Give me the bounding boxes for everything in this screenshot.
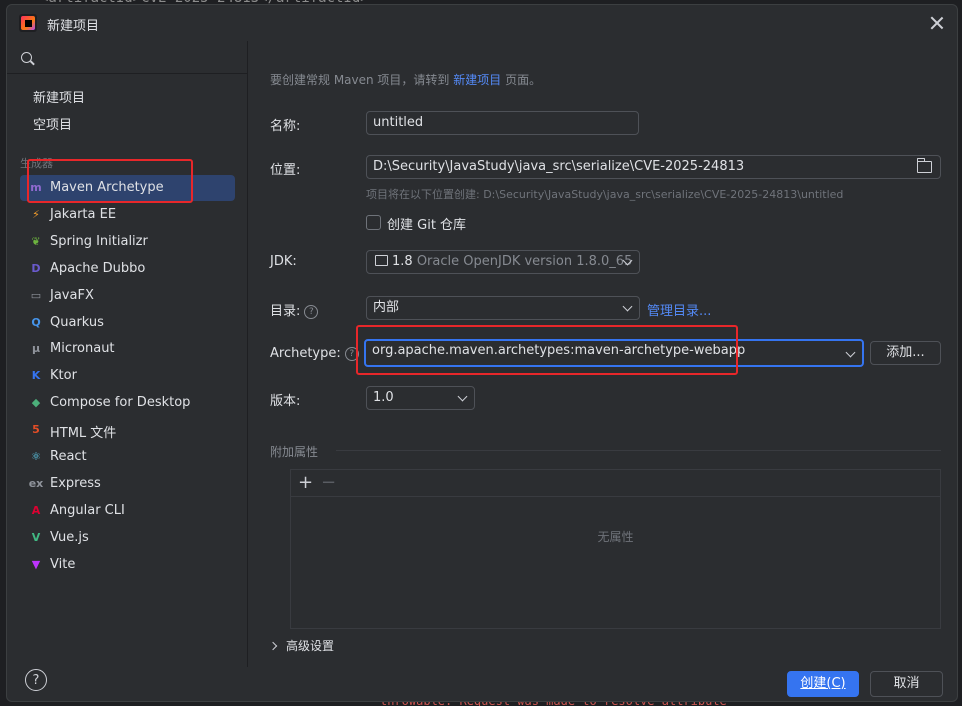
generator-label: Vite (50, 557, 76, 572)
jdk-label: JDK: (270, 254, 297, 269)
quarkus-icon: Q (31, 316, 41, 329)
sidebar-item-vite[interactable]: ▼ Vite (20, 552, 235, 578)
react-icon: ⚛ (31, 450, 41, 463)
help-icon[interactable]: ? (25, 669, 47, 691)
search-icon[interactable] (21, 52, 32, 63)
angular-icon: A (31, 504, 41, 517)
location-field[interactable]: D:\Security\JavaStudy\java_src\serialize… (366, 155, 941, 179)
create-button[interactable]: 创建(C) (787, 671, 859, 697)
sidebar-item-react[interactable]: ⚛ React (20, 444, 235, 470)
close-icon[interactable] (927, 13, 947, 33)
generators-section-label: 生成器 (20, 157, 53, 170)
dialog-titlebar: 新建项目 (7, 5, 957, 41)
sidebar-item-vue[interactable]: V Vue.js (20, 525, 235, 551)
sidebar-item-express[interactable]: ex Express (20, 471, 235, 497)
archetype-select[interactable]: org.apache.maven.archetypes:maven-archet… (364, 339, 864, 367)
location-hint: 项目将在以下位置创建: D:\Security\JavaStudy\java_s… (366, 188, 844, 201)
express-icon: ex (28, 477, 44, 490)
generator-label: Compose for Desktop (50, 395, 191, 410)
sidebar-item-spring[interactable]: ❦ Spring Initializr (20, 229, 235, 255)
create-git-label[interactable]: 创建 Git 仓库 (387, 214, 466, 233)
chevron-down-icon (457, 391, 468, 402)
add-archetype-button[interactable]: 添加... (870, 341, 941, 365)
sidebar: 新建项目 空项目 生成器 m Maven Archetype ⚡ Jakarta EE… (7, 41, 248, 667)
version-label: 版本: (270, 394, 301, 409)
form-panel: 要创建常规 Maven 项目，请转到 新建项目 页面。 名称: untitled… (248, 41, 957, 667)
dubbo-icon: D (31, 262, 41, 275)
generator-label: Apache Dubbo (50, 261, 146, 276)
name-field[interactable]: untitled (366, 111, 639, 135)
generator-label: JavaFX (50, 288, 94, 303)
vue-icon: V (31, 531, 41, 544)
sidebar-item-angular[interactable]: A Angular CLI (20, 498, 235, 524)
name-label: 名称: (270, 119, 301, 134)
generator-label: React (50, 449, 87, 464)
maven-hint: 要创建常规 Maven 项目，请转到 新建项目 页面。 (270, 73, 542, 87)
maven-icon: m (30, 181, 42, 194)
help-question-icon[interactable]: ? (304, 305, 319, 319)
additional-properties-label: 附加属性 (270, 445, 319, 459)
generator-label: Angular CLI (50, 503, 125, 518)
sidebar-item-micronaut[interactable]: μ Micronaut (20, 336, 235, 362)
generator-label: HTML 文件 (50, 426, 117, 441)
new-project-link[interactable]: 新建项目 (453, 73, 501, 87)
dialog-title: 新建项目 (47, 19, 100, 34)
sidebar-item-maven[interactable]: m Maven Archetype (20, 175, 235, 201)
create-git-checkbox[interactable] (366, 215, 381, 230)
sidebar-item-empty-project[interactable]: 空项目 (33, 114, 72, 133)
intellij-logo-icon (19, 14, 37, 32)
advanced-settings-toggle[interactable]: 高级设置 (268, 637, 334, 654)
sidebar-item-quarkus[interactable]: Q Quarkus (20, 310, 235, 336)
vite-icon: ▼ (31, 558, 41, 571)
add-property-icon[interactable]: + (298, 474, 313, 492)
cancel-button[interactable]: 取消 (870, 671, 943, 697)
generator-label: Express (50, 476, 101, 491)
new-project-dialog: 新建项目 新建项目 空项目 生成器 m Maven Archetype ⚡ Jakar… (6, 4, 958, 702)
compose-icon: ◆ (31, 396, 41, 409)
sidebar-item-html5[interactable]: 5 HTML 文件 (20, 417, 235, 443)
chevron-right-icon (268, 641, 278, 651)
sidebar-item-compose[interactable]: ◆ Compose for Desktop (20, 390, 235, 416)
sidebar-item-ktor[interactable]: K Ktor (20, 363, 235, 389)
sidebar-item-new-project[interactable]: 新建项目 (33, 87, 85, 106)
archetype-label: Archetype:? (270, 346, 359, 361)
catalog-select[interactable]: 内部 (366, 296, 640, 320)
html5-icon: 5 (32, 423, 40, 436)
location-label: 位置: (270, 163, 301, 178)
ktor-icon: K (31, 369, 41, 382)
generator-label: Ktor (50, 368, 77, 383)
remove-property-icon: − (321, 472, 337, 493)
javafx-icon: ▭ (30, 289, 42, 302)
jakarta-ee-icon: ⚡ (32, 208, 40, 221)
version-select[interactable]: 1.0 (366, 386, 475, 410)
empty-properties-text: 无属性 (597, 530, 634, 544)
generator-label: Jakarta EE (50, 207, 117, 222)
manage-catalogs-link[interactable]: 管理目录... (647, 300, 711, 319)
generator-label: Micronaut (50, 341, 115, 356)
jdk-select[interactable]: 1.8 Oracle OpenJDK version 1.8.0_65 (366, 250, 640, 274)
properties-table: + − 无属性 (290, 469, 941, 629)
sidebar-search[interactable] (7, 41, 247, 74)
generator-label: Vue.js (50, 530, 89, 545)
spring-icon: ❦ (31, 235, 41, 248)
sidebar-item-jakarta-ee[interactable]: ⚡ Jakarta EE (20, 202, 235, 228)
section-divider (336, 450, 941, 451)
properties-toolbar: + − (291, 470, 940, 497)
sidebar-item-javafx[interactable]: ▭ JavaFX (20, 283, 235, 309)
generator-label: Maven Archetype (50, 180, 164, 195)
generator-label: Quarkus (50, 315, 104, 330)
micronaut-icon: μ (31, 342, 41, 355)
sidebar-item-dubbo[interactable]: D Apache Dubbo (20, 256, 235, 282)
help-question-icon[interactable]: ? (344, 347, 359, 361)
chevron-down-icon (622, 301, 633, 312)
catalog-label: 目录:? (270, 300, 319, 319)
chevron-down-icon (845, 347, 856, 358)
folder-icon[interactable] (917, 158, 932, 173)
generator-label: Spring Initializr (50, 234, 148, 249)
jdk-folder-icon (375, 255, 388, 266)
